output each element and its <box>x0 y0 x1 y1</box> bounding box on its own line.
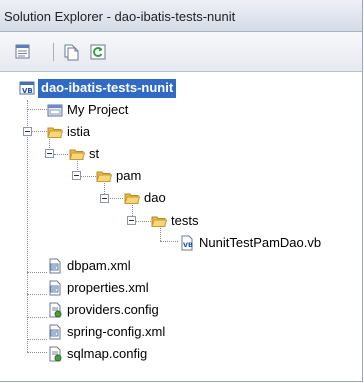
tree-guide <box>136 221 151 223</box>
collapse-toggle-tests[interactable] <box>127 216 136 225</box>
config-file-icon <box>49 302 62 318</box>
show-all-files-button[interactable] <box>62 43 80 61</box>
tree-item-file[interactable]: dbpam.xml <box>47 256 131 276</box>
folder-open-icon <box>151 216 167 227</box>
folder-open-icon <box>47 127 63 138</box>
folder-open-icon <box>96 171 112 182</box>
tree-item-label: NunitTestPamDao.vb <box>199 235 322 250</box>
tree-item-file[interactable]: providers.config <box>47 300 159 320</box>
tree-item-project[interactable]: VB dao-ibatis-tests-nunit <box>19 78 177 98</box>
collapse-toggle-istia[interactable] <box>23 127 32 136</box>
tree-item-st[interactable]: st <box>69 144 99 164</box>
tree-guide <box>27 339 47 341</box>
my-project-icon <box>47 104 63 117</box>
vb-file-icon: VB <box>181 235 193 251</box>
tree-item-tests[interactable]: tests <box>151 211 198 231</box>
folder-open-icon <box>69 149 85 160</box>
toolbar <box>0 32 362 72</box>
tree-item-label: istia <box>67 124 91 139</box>
tree-item-label: providers.config <box>67 302 159 317</box>
svg-text:VB: VB <box>183 241 193 249</box>
properties-icon <box>15 44 30 59</box>
tree-item-pam[interactable]: pam <box>96 166 141 186</box>
tree-item-label: dbpam.xml <box>67 258 131 273</box>
folder-open-icon <box>124 193 140 204</box>
refresh-button[interactable] <box>89 43 107 61</box>
collapse-toggle-st[interactable] <box>45 149 54 158</box>
properties-button[interactable] <box>14 43 32 61</box>
config-file-icon <box>49 346 62 362</box>
vb-project-icon: VB <box>19 81 35 95</box>
solution-explorer-panel: Solution Explorer - dao-ibatis-tests-nun… <box>0 0 363 382</box>
tree-item-label: dao-ibatis-tests-nunit <box>38 78 177 98</box>
svg-text:VB: VB <box>22 87 33 95</box>
tree-item-file[interactable]: sqlmap.config <box>47 344 147 364</box>
tree-item-label: pam <box>116 168 142 183</box>
xml-file-icon <box>49 324 61 340</box>
tree-item-label: My Project <box>67 102 129 117</box>
refresh-icon <box>90 44 106 60</box>
tree-guide <box>27 109 47 111</box>
tree-item-label: sqlmap.config <box>67 346 148 361</box>
tree-guide <box>81 176 96 178</box>
tree-guide <box>31 131 47 133</box>
tree-item-label: spring-config.xml <box>67 324 166 339</box>
tree-item-my-project[interactable]: My Project <box>47 100 128 120</box>
tree-item-istia[interactable]: istia <box>47 122 90 142</box>
xml-file-icon <box>49 280 61 296</box>
tree-item-label: properties.xml <box>67 280 149 295</box>
tree-guide <box>27 317 47 319</box>
tree-item-label: tests <box>171 213 199 228</box>
tree-item-test-file[interactable]: VB NunitTestPamDao.vb <box>179 233 321 253</box>
tree-guide <box>54 154 68 156</box>
collapse-toggle-pam[interactable] <box>72 171 81 180</box>
title-bar[interactable]: Solution Explorer - dao-ibatis-tests-nun… <box>0 0 362 32</box>
tree-item-label: st <box>89 146 100 161</box>
show-all-files-icon <box>64 44 79 61</box>
tree-guide <box>27 100 29 352</box>
tree-item-file[interactable]: properties.xml <box>47 278 149 298</box>
tree-guide <box>27 352 47 354</box>
tree-guide <box>27 294 47 296</box>
toolbar-separator <box>53 43 54 61</box>
tree-guide <box>160 241 178 243</box>
solution-tree: VB dao-ibatis-tests-nunit My Project ist… <box>0 72 362 381</box>
xml-file-icon <box>49 258 61 274</box>
collapse-toggle-dao[interactable] <box>100 194 109 203</box>
tree-item-label: dao <box>144 190 166 205</box>
tree-item-dao[interactable]: dao <box>124 188 166 208</box>
window-title: Solution Explorer - dao-ibatis-tests-nun… <box>4 9 236 24</box>
tree-item-file[interactable]: spring-config.xml <box>47 322 165 342</box>
tree-guide <box>27 272 47 274</box>
tree-guide <box>108 198 123 200</box>
